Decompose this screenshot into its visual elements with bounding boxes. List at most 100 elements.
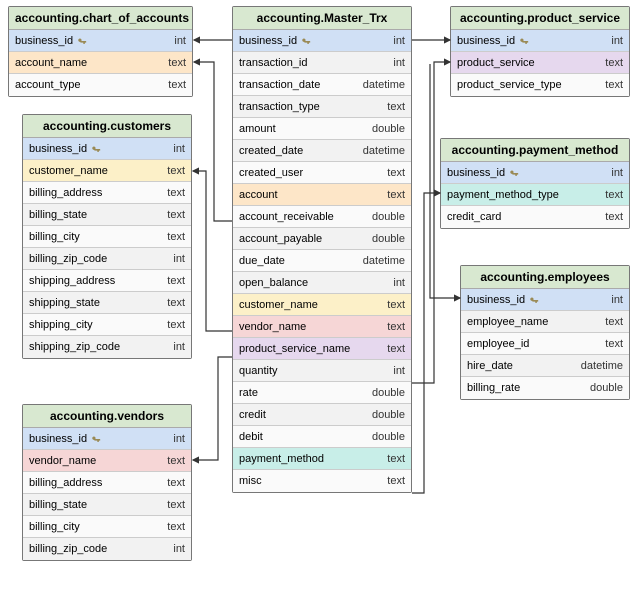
column-name: billing_city	[29, 231, 80, 243]
column-name: billing_state	[29, 209, 87, 221]
key-icon	[91, 434, 101, 444]
column-name: amount	[239, 123, 276, 135]
column-name: created_user	[239, 167, 303, 179]
column-name: business_id	[29, 433, 87, 445]
table-row: billing_zip_code int	[23, 538, 191, 560]
column-type: text	[605, 189, 623, 201]
column-name: billing_address	[29, 477, 102, 489]
table-row: account_payabledouble	[233, 228, 411, 250]
table-row: hire_datedatetime	[461, 355, 629, 377]
table-row: amount double	[233, 118, 411, 140]
key-icon	[77, 36, 87, 46]
column-name: product_service	[457, 57, 535, 69]
table-row: billing_ratedouble	[461, 377, 629, 399]
table-header: accounting.payment_method	[441, 139, 629, 162]
column-type: text	[387, 475, 405, 487]
table-row: business_id int	[461, 289, 629, 311]
table-header: accounting.chart_of_accounts	[9, 7, 192, 30]
column-type: text	[167, 231, 185, 243]
table-row: created_usertext	[233, 162, 411, 184]
column-name: customer_name	[29, 165, 108, 177]
column-type: int	[173, 433, 185, 445]
column-type: text	[167, 209, 185, 221]
table-row: business_id int	[233, 30, 411, 52]
table-row: shipping_address text	[23, 270, 191, 292]
column-type: text	[387, 299, 405, 311]
table-row: product_service_typetext	[451, 74, 629, 96]
column-name: product_service_name	[239, 343, 350, 355]
column-type: datetime	[363, 79, 405, 91]
table-header: accounting.product_service	[451, 7, 629, 30]
table-row: billing_city text	[23, 226, 191, 248]
column-type: text	[167, 275, 185, 287]
column-name: created_date	[239, 145, 303, 157]
table-row: accounttext	[233, 184, 411, 206]
column-name: shipping_address	[29, 275, 115, 287]
column-name: due_date	[239, 255, 285, 267]
column-name: billing_zip_code	[29, 543, 107, 555]
column-type: double	[372, 211, 405, 223]
column-name: transaction_date	[239, 79, 320, 91]
column-name: shipping_zip_code	[29, 341, 120, 353]
table-row: business_id int	[441, 162, 629, 184]
column-name: billing_state	[29, 499, 87, 511]
column-type: text	[167, 477, 185, 489]
column-type: text	[167, 455, 185, 467]
table-row: billing_zip_codeint	[23, 248, 191, 270]
table-row: open_balanceint	[233, 272, 411, 294]
column-type: int	[173, 341, 185, 353]
table-row: business_id int	[23, 428, 191, 450]
table-payment-method: accounting.payment_method business_id in…	[440, 138, 630, 229]
column-type: double	[372, 409, 405, 421]
column-type: text	[605, 338, 623, 350]
table-row: created_datedatetime	[233, 140, 411, 162]
column-type: int	[174, 35, 186, 47]
table-vendors: accounting.vendors business_id int vendo…	[22, 404, 192, 561]
column-name: quantity	[239, 365, 278, 377]
key-icon	[91, 144, 101, 154]
column-name: employee_id	[467, 338, 529, 350]
column-type: text	[387, 321, 405, 333]
column-type: text	[387, 343, 405, 355]
table-row: transaction_typetext	[233, 96, 411, 118]
table-row: account_type text	[9, 74, 192, 96]
column-type: text	[168, 57, 186, 69]
table-customers: accounting.customers business_id int cus…	[22, 114, 192, 359]
column-type: double	[372, 431, 405, 443]
table-row: due_datedatetime	[233, 250, 411, 272]
column-type: int	[393, 35, 405, 47]
table-row: employee_id text	[461, 333, 629, 355]
column-name: rate	[239, 387, 258, 399]
table-row: account_name text	[9, 52, 192, 74]
table-row: account_receivabledouble	[233, 206, 411, 228]
column-type: double	[372, 123, 405, 135]
table-employees: accounting.employees business_id int emp…	[460, 265, 630, 400]
column-name: employee_name	[467, 316, 548, 328]
table-row: business_id int	[23, 138, 191, 160]
column-name: misc	[239, 475, 262, 487]
column-type: datetime	[581, 360, 623, 372]
column-name: shipping_city	[29, 319, 93, 331]
table-master-trx: accounting.Master_Trx business_id int tr…	[232, 6, 412, 493]
column-name: customer_name	[239, 299, 318, 311]
column-type: int	[173, 253, 185, 265]
column-type: text	[167, 499, 185, 511]
column-type: int	[173, 543, 185, 555]
table-row: billing_addresstext	[23, 182, 191, 204]
column-type: int	[173, 143, 185, 155]
table-row: transaction_idint	[233, 52, 411, 74]
table-row: payment_method_typetext	[441, 184, 629, 206]
table-chart-of-accounts: accounting.chart_of_accounts business_id…	[8, 6, 193, 97]
table-row: transaction_date datetime	[233, 74, 411, 96]
table-row: credit_cardtext	[441, 206, 629, 228]
column-type: text	[387, 189, 405, 201]
column-name: business_id	[467, 294, 525, 306]
column-name: transaction_id	[239, 57, 308, 69]
table-row: product_servicetext	[451, 52, 629, 74]
column-name: business_id	[457, 35, 515, 47]
column-name: account_type	[15, 79, 80, 91]
table-row: creditdouble	[233, 404, 411, 426]
column-type: text	[605, 79, 623, 91]
table-row: customer_name text	[23, 160, 191, 182]
key-icon	[519, 36, 529, 46]
